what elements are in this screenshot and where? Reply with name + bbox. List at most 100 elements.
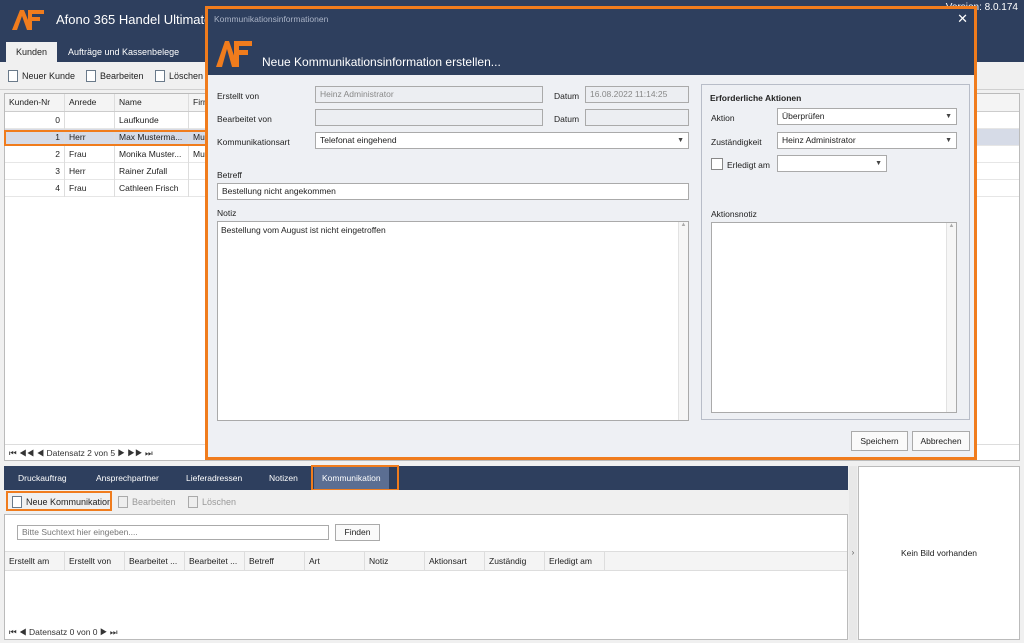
delete-communication-label: Löschen bbox=[202, 497, 237, 507]
erledigt-date-picker[interactable]: ▼ bbox=[777, 155, 887, 172]
zustaendigkeit-value: Heinz Administrator bbox=[782, 135, 856, 145]
column-header-name[interactable]: Name bbox=[115, 94, 189, 111]
afono-logo-icon bbox=[216, 41, 252, 67]
aktionsnotiz-textarea[interactable]: ▲ bbox=[711, 222, 957, 413]
cell-name: Cathleen Frisch bbox=[115, 180, 189, 197]
delete-customer-label: Löschen bbox=[169, 71, 204, 81]
nav-last-icon[interactable]: ⏭ bbox=[110, 627, 118, 637]
new-customer-button[interactable]: Neuer Kunde bbox=[8, 69, 75, 83]
search-button[interactable]: Finden bbox=[335, 524, 380, 541]
aktion-label: Aktion bbox=[711, 113, 735, 123]
dropdown-arrow-icon[interactable]: ▼ bbox=[945, 133, 952, 148]
kommunikationsart-value: Telefonat eingehend bbox=[320, 135, 397, 145]
column-header-bearbeitet-am[interactable]: Bearbeitet ... bbox=[125, 552, 185, 571]
actions-title: Erforderliche Aktionen bbox=[710, 93, 802, 103]
edit-communication-button[interactable]: Bearbeiten bbox=[118, 495, 176, 509]
nav-first-icon[interactable]: ⏮ bbox=[9, 627, 17, 637]
column-header-erledigt-am[interactable]: Erledigt am bbox=[545, 552, 605, 571]
tab-kunden[interactable]: Kunden bbox=[6, 42, 58, 62]
edit-communication-label: Bearbeiten bbox=[132, 497, 176, 507]
delete-communication-button[interactable]: Löschen bbox=[188, 495, 236, 509]
erledigt-label: Erledigt am bbox=[727, 160, 770, 170]
erledigt-checkbox[interactable] bbox=[711, 158, 723, 170]
aktionsnotiz-label: Aktionsnotiz bbox=[711, 209, 757, 219]
erstellt-von-label: Erstellt von bbox=[217, 91, 260, 101]
nav-first-icon[interactable]: ⏮ bbox=[9, 448, 17, 458]
column-header-erstellt-von[interactable]: Erstellt von bbox=[65, 552, 125, 571]
scrollbar[interactable]: ▲ bbox=[678, 222, 688, 420]
column-header-erstellt-am[interactable]: Erstellt am bbox=[5, 552, 65, 571]
notiz-textarea[interactable]: Bestellung vom August ist nicht eingetro… bbox=[217, 221, 689, 421]
nav-next-icon[interactable]: ▶ bbox=[117, 448, 125, 458]
column-header-kunden-nr[interactable]: Kunden-Nr bbox=[5, 94, 65, 111]
tab-ansprechpartner[interactable]: Ansprechpartner bbox=[88, 466, 167, 490]
save-button[interactable]: Speichern bbox=[851, 431, 908, 451]
kommunikationsart-label: Kommunikationsart bbox=[217, 137, 290, 147]
dialog-titlebar: Kommunikationsinformationen ✕ bbox=[208, 9, 974, 31]
cell-anrede: Herr bbox=[65, 163, 115, 180]
tab-notizen[interactable]: Notizen bbox=[261, 466, 306, 490]
datum-bearbeitet-label: Datum bbox=[554, 114, 580, 124]
cell-name: Rainer Zufall bbox=[115, 163, 189, 180]
kommunikationsart-select[interactable]: Telefonat eingehend ▼ bbox=[315, 132, 689, 149]
tab-auftraege[interactable]: Aufträge und Kassenbelege bbox=[58, 42, 189, 62]
expand-chevron-icon[interactable]: › bbox=[849, 466, 857, 640]
search-input[interactable]: Bitte Suchtext hier eingeben.... bbox=[17, 525, 329, 540]
dropdown-arrow-icon[interactable]: ▼ bbox=[677, 133, 684, 148]
aktion-select[interactable]: Überprüfen ▼ bbox=[777, 108, 957, 125]
column-header-art[interactable]: Art bbox=[305, 552, 365, 571]
column-header-notiz[interactable]: Notiz bbox=[365, 552, 425, 571]
communication-grid-header: Erstellt am Erstellt von Bearbeitet ... … bbox=[5, 551, 847, 571]
communication-panel: Bitte Suchtext hier eingeben.... Finden … bbox=[4, 514, 848, 640]
dropdown-arrow-icon[interactable]: ▼ bbox=[875, 156, 882, 171]
delete-customer-button[interactable]: Löschen bbox=[155, 69, 203, 83]
erstellt-von-field: Heinz Administrator bbox=[315, 86, 543, 103]
zustaendigkeit-select[interactable]: Heinz Administrator ▼ bbox=[777, 132, 957, 149]
communication-toolbar: Neue Kommunikation Bearbeiten Löschen bbox=[4, 490, 848, 514]
nav-last-icon[interactable]: ⏭ bbox=[145, 448, 153, 458]
edit-icon bbox=[118, 496, 128, 508]
nav-next-page-icon[interactable]: ▶▶ bbox=[127, 448, 142, 458]
grid-record-count: Datensatz 2 von 5 bbox=[46, 448, 116, 458]
active-tab-highlight bbox=[311, 465, 399, 491]
cell-name: Laufkunde bbox=[115, 112, 189, 129]
new-customer-label: Neuer Kunde bbox=[22, 71, 76, 81]
cell-name: Monika Muster... bbox=[115, 146, 189, 163]
datum-field: 16.08.2022 11:14:25 bbox=[585, 86, 689, 103]
dialog-banner: Neue Kommunikationsinformation erstellen… bbox=[208, 31, 974, 75]
column-header-zustaendig[interactable]: Zuständig bbox=[485, 552, 545, 571]
nav-prev-page-icon[interactable]: ◀◀ bbox=[19, 448, 34, 458]
nav-prev-icon[interactable]: ◀ bbox=[19, 627, 27, 637]
nav-prev-icon[interactable]: ◀ bbox=[37, 448, 45, 458]
new-communication-highlight bbox=[6, 491, 112, 511]
cancel-button[interactable]: Abbrechen bbox=[912, 431, 970, 451]
close-icon[interactable]: ✕ bbox=[957, 11, 968, 27]
tab-druckauftrag[interactable]: Druckauftrag bbox=[10, 466, 75, 490]
column-header-aktionsart[interactable]: Aktionsart bbox=[425, 552, 485, 571]
notiz-text: Bestellung vom August ist nicht eingetro… bbox=[221, 225, 386, 235]
edit-customer-button[interactable]: Bearbeiten bbox=[86, 69, 144, 83]
cell-anrede bbox=[65, 112, 115, 129]
selected-row-highlight bbox=[4, 130, 209, 146]
column-header-anrede[interactable]: Anrede bbox=[65, 94, 115, 111]
new-document-icon bbox=[8, 70, 18, 82]
datum-bearbeitet-field bbox=[585, 109, 689, 126]
cell-kunden-nr: 3 bbox=[5, 163, 65, 180]
dropdown-arrow-icon[interactable]: ▼ bbox=[945, 109, 952, 124]
dialog-heading: Neue Kommunikationsinformation erstellen… bbox=[262, 55, 501, 69]
actions-group: Erforderliche Aktionen Aktion Überprüfen… bbox=[701, 84, 970, 420]
column-header-betreff[interactable]: Betreff bbox=[245, 552, 305, 571]
bearbeitet-von-field bbox=[315, 109, 543, 126]
cell-kunden-nr: 4 bbox=[5, 180, 65, 197]
tab-lieferadressen[interactable]: Lieferadressen bbox=[178, 466, 250, 490]
cell-anrede: Frau bbox=[65, 146, 115, 163]
column-header-bearbeitet-von[interactable]: Bearbeitet ... bbox=[185, 552, 245, 571]
edit-customer-label: Bearbeiten bbox=[100, 71, 144, 81]
app-title: Afono 365 Handel Ultimate bbox=[56, 12, 212, 27]
nav-next-icon[interactable]: ▶ bbox=[100, 627, 108, 637]
communication-dialog: Kommunikationsinformationen ✕ Neue Kommu… bbox=[205, 6, 977, 460]
communication-record-count: Datensatz 0 von 0 bbox=[29, 627, 98, 637]
betreff-input[interactable]: Bestellung nicht angekommen bbox=[217, 183, 689, 200]
delete-icon bbox=[188, 496, 198, 508]
scrollbar[interactable]: ▲ bbox=[946, 223, 956, 412]
